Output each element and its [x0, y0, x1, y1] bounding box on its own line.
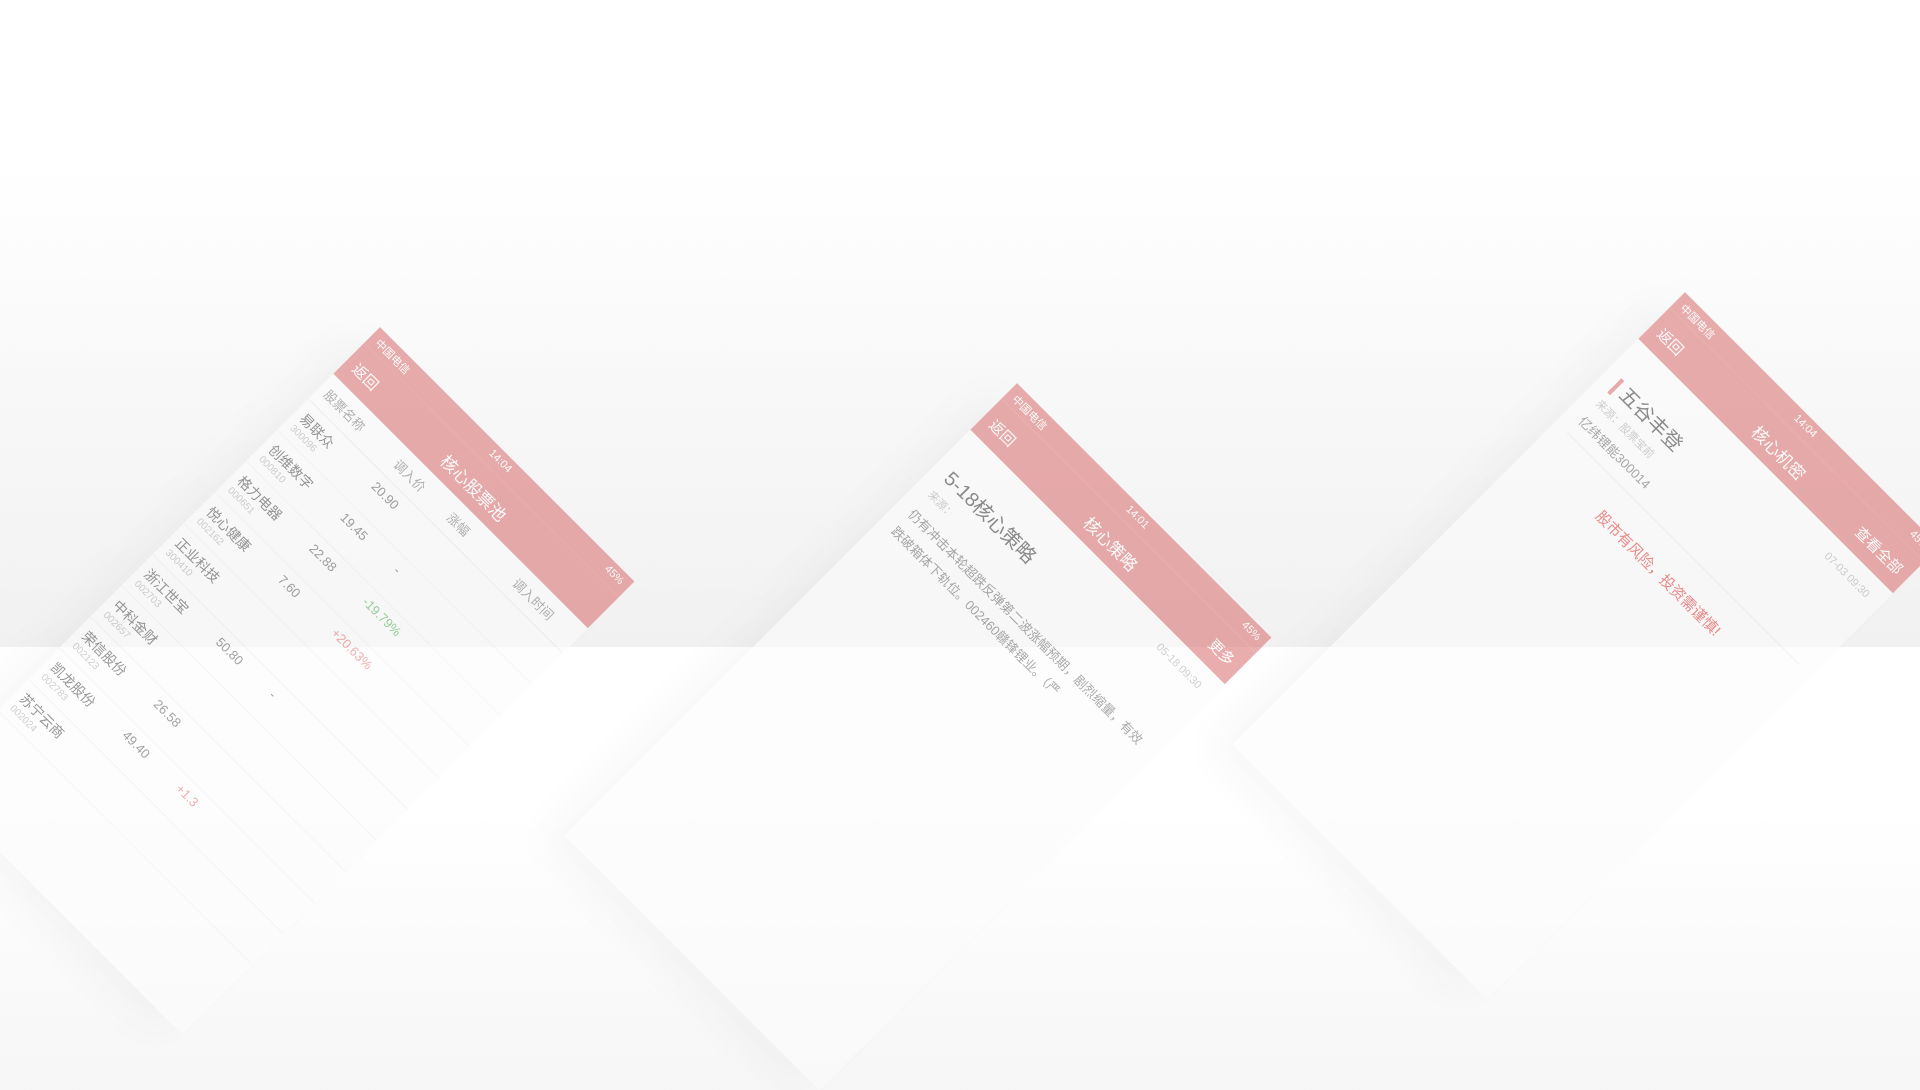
strategy-screen: 中国电信 14:01 45% 返回 核心策略 更多 05-18 09:30 5-… — [564, 383, 1272, 1090]
stock-pool-screen: 中国电信 14:04 45% 返回 核心股票池 股票名称 调入价 涨幅 调入时间… — [0, 327, 635, 1035]
secret-screen: 中国电信 14:04 45% 返回 核心机密 查看全部 07-03 09:30 … — [1232, 292, 1920, 1000]
